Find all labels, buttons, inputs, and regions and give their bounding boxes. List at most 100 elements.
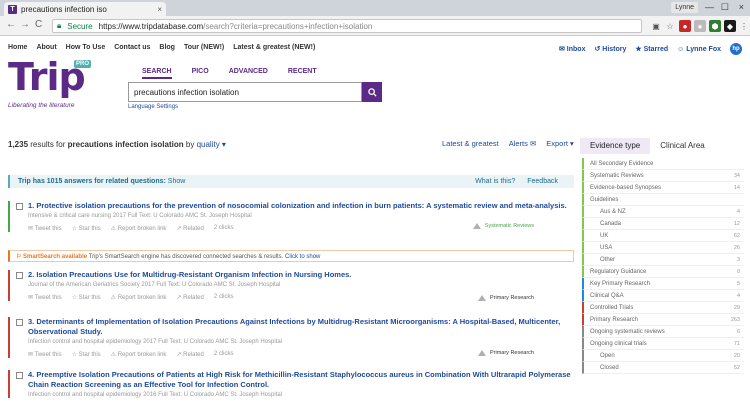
evidence-filter-item[interactable]: Key Primary Research 5 bbox=[582, 278, 744, 290]
alerts-link[interactable]: Alerts ✉ bbox=[509, 139, 537, 148]
user-link[interactable]: ☺ Lynne Fox bbox=[677, 46, 721, 53]
tab-search[interactable]: SEARCH bbox=[142, 68, 172, 79]
tweet-link[interactable]: ✉︎ Tweet this bbox=[28, 225, 62, 232]
evidence-filter-label: Aus & NZ bbox=[600, 209, 626, 215]
evidence-filter-item[interactable]: UK 62 bbox=[582, 230, 744, 242]
what-is-this-link[interactable]: What is this? bbox=[475, 178, 515, 185]
nav-home[interactable]: Home bbox=[8, 44, 27, 51]
evidence-filter-label: USA bbox=[600, 245, 613, 251]
nav-blog[interactable]: Blog bbox=[159, 44, 175, 51]
nav-contact[interactable]: Contact us bbox=[114, 44, 150, 51]
forward-button[interactable]: → bbox=[20, 19, 30, 30]
evidence-filter-item[interactable]: Controlled Trials 29 bbox=[582, 302, 744, 314]
star-link[interactable]: ☆ Star this bbox=[72, 351, 101, 358]
related-link[interactable]: ↗ Related bbox=[176, 294, 203, 301]
answers-show-link[interactable]: Show bbox=[168, 178, 186, 185]
evidence-filter-item[interactable]: Canada 12 bbox=[582, 218, 744, 230]
inbox-link[interactable]: ✉ Inbox bbox=[559, 45, 585, 53]
evidence-filter-label: Other bbox=[600, 257, 616, 263]
feedback-link[interactable]: Feedback bbox=[527, 178, 558, 185]
evidence-filter-item[interactable]: Other 3 bbox=[582, 254, 744, 266]
tab-advanced[interactable]: ADVANCED bbox=[229, 68, 268, 79]
trip-logo[interactable]: Trip PRO Liberating the literature bbox=[8, 57, 92, 109]
evidence-filter-item[interactable]: Systematic Reviews 34 bbox=[582, 170, 744, 182]
evidence-filter-item[interactable]: Aus & NZ 4 bbox=[582, 206, 744, 218]
tweet-link[interactable]: ✉︎ Tweet this bbox=[28, 294, 62, 301]
minimize-button[interactable]: — bbox=[705, 2, 714, 12]
url-input[interactable]: 🔒︎ Secure https://www.tripdatabase.com /… bbox=[52, 19, 642, 33]
maximize-button[interactable]: ☐ bbox=[721, 2, 729, 13]
tab-recent[interactable]: RECENT bbox=[288, 68, 317, 79]
evidence-filter-label: Key Primary Research bbox=[590, 281, 651, 287]
trip-favicon-icon: T bbox=[8, 4, 17, 14]
search-button[interactable] bbox=[362, 82, 382, 102]
user-label: Lynne Fox bbox=[686, 45, 721, 53]
evidence-filter-item[interactable]: Primary Research 263 bbox=[582, 314, 744, 326]
reload-button[interactable]: C bbox=[35, 19, 42, 30]
extension-red-icon[interactable]: ● bbox=[679, 20, 691, 32]
related-link[interactable]: ↗ Related bbox=[176, 351, 203, 358]
star-link[interactable]: ☆ Star this bbox=[72, 294, 101, 301]
latest-greatest-link[interactable]: Latest & greatest bbox=[442, 139, 499, 148]
report-link[interactable]: ⚠︎ Report broken link bbox=[111, 225, 167, 232]
related-label: Related bbox=[183, 226, 204, 232]
browser-tab[interactable]: T precautions infection iso × bbox=[4, 2, 166, 16]
tweet-link[interactable]: ✉︎ Tweet this bbox=[28, 351, 62, 358]
evidence-filter-item[interactable]: Open 20 bbox=[582, 350, 744, 362]
tab-close-icon[interactable]: × bbox=[157, 5, 162, 14]
star-label: Star this bbox=[78, 352, 101, 358]
result-title[interactable]: 4. Preemptive Isolation Precautions of P… bbox=[28, 370, 574, 390]
tab-pico[interactable]: PICO bbox=[192, 68, 209, 79]
site-nav: Home About How To Use Contact us Blog To… bbox=[8, 44, 315, 51]
nav-about[interactable]: About bbox=[36, 44, 56, 51]
report-link[interactable]: ⚠︎ Report broken link bbox=[111, 351, 167, 358]
history-link[interactable]: ↺ History bbox=[594, 45, 626, 53]
evidence-filter-item[interactable]: Guidelines bbox=[582, 194, 744, 206]
report-label: Report broken link bbox=[117, 295, 167, 301]
result-title[interactable]: 3. Determinants of Implementation of Iso… bbox=[28, 317, 574, 337]
nav-tour[interactable]: Tour (NEW!) bbox=[184, 44, 224, 51]
evidence-filter-item[interactable]: Evidence-based Synopses 14 bbox=[582, 182, 744, 194]
extension-green-icon[interactable]: ⬢ bbox=[709, 20, 721, 32]
evidence-filter-label: Systematic Reviews bbox=[590, 173, 644, 179]
evidence-filter-item[interactable]: Clinical Q&A 4 bbox=[582, 290, 744, 302]
smartsearch-show-link[interactable]: Click to show bbox=[285, 254, 320, 260]
back-button[interactable]: ← bbox=[6, 19, 16, 30]
nav-how-to-use[interactable]: How To Use bbox=[66, 44, 106, 51]
related-link[interactable]: ↗ Related bbox=[176, 225, 203, 232]
result-checkbox[interactable] bbox=[16, 372, 23, 379]
evidence-filter-item[interactable]: Regulatory Guidance 0 bbox=[582, 266, 744, 278]
search-input[interactable]: precautions infection isolation bbox=[128, 82, 362, 102]
evidence-filter-label: Clinical Q&A bbox=[590, 293, 624, 299]
evidence-filter-count: 14 bbox=[733, 185, 740, 191]
evidence-filter-item[interactable]: Closed 52 bbox=[582, 362, 744, 374]
star-link[interactable]: ☆ Star this bbox=[72, 225, 101, 232]
sort-dropdown[interactable]: quality ▾ bbox=[197, 140, 226, 149]
result-title[interactable]: 1. Protective isolation precautions for … bbox=[28, 201, 574, 211]
evidence-badge: Systematic Reviews bbox=[472, 223, 534, 229]
search-icon bbox=[367, 87, 377, 97]
result-checkbox[interactable] bbox=[16, 319, 23, 326]
starred-link[interactable]: ★ Starred bbox=[635, 45, 668, 53]
bookmark-star-icon[interactable]: ☆ bbox=[664, 20, 676, 32]
evidence-filter-item[interactable]: Ongoing systematic reviews 6 bbox=[582, 326, 744, 338]
tab-clinical-area[interactable]: Clinical Area bbox=[650, 138, 714, 154]
browser-menu-icon[interactable]: ⋮ bbox=[738, 20, 750, 32]
browser-user-chip[interactable]: Lynne bbox=[671, 2, 698, 13]
cast-icon[interactable]: ▣ bbox=[650, 20, 662, 32]
evidence-filter-item[interactable]: All Secondary Evidence bbox=[582, 158, 744, 170]
nav-latest[interactable]: Latest & greatest (NEW!) bbox=[233, 44, 315, 51]
evidence-filter-item[interactable]: Ongoing clinical trials 71 bbox=[582, 338, 744, 350]
close-window-button[interactable]: × bbox=[739, 2, 744, 12]
result-title[interactable]: 2. Isolation Precautions Use for Multidr… bbox=[28, 270, 574, 280]
report-link[interactable]: ⚠︎ Report broken link bbox=[111, 294, 167, 301]
hp-logo-icon[interactable]: hp bbox=[730, 43, 742, 55]
result-checkbox[interactable] bbox=[16, 272, 23, 279]
tab-evidence-type[interactable]: Evidence type bbox=[580, 138, 651, 154]
language-settings-link[interactable]: Language Settings bbox=[128, 104, 178, 110]
export-dropdown[interactable]: Export ▾ bbox=[546, 139, 574, 148]
result-checkbox[interactable] bbox=[16, 203, 23, 210]
extension-dark-icon[interactable]: ◆ bbox=[724, 20, 736, 32]
extension-gray-icon[interactable]: ● bbox=[694, 20, 706, 32]
evidence-filter-item[interactable]: USA 26 bbox=[582, 242, 744, 254]
